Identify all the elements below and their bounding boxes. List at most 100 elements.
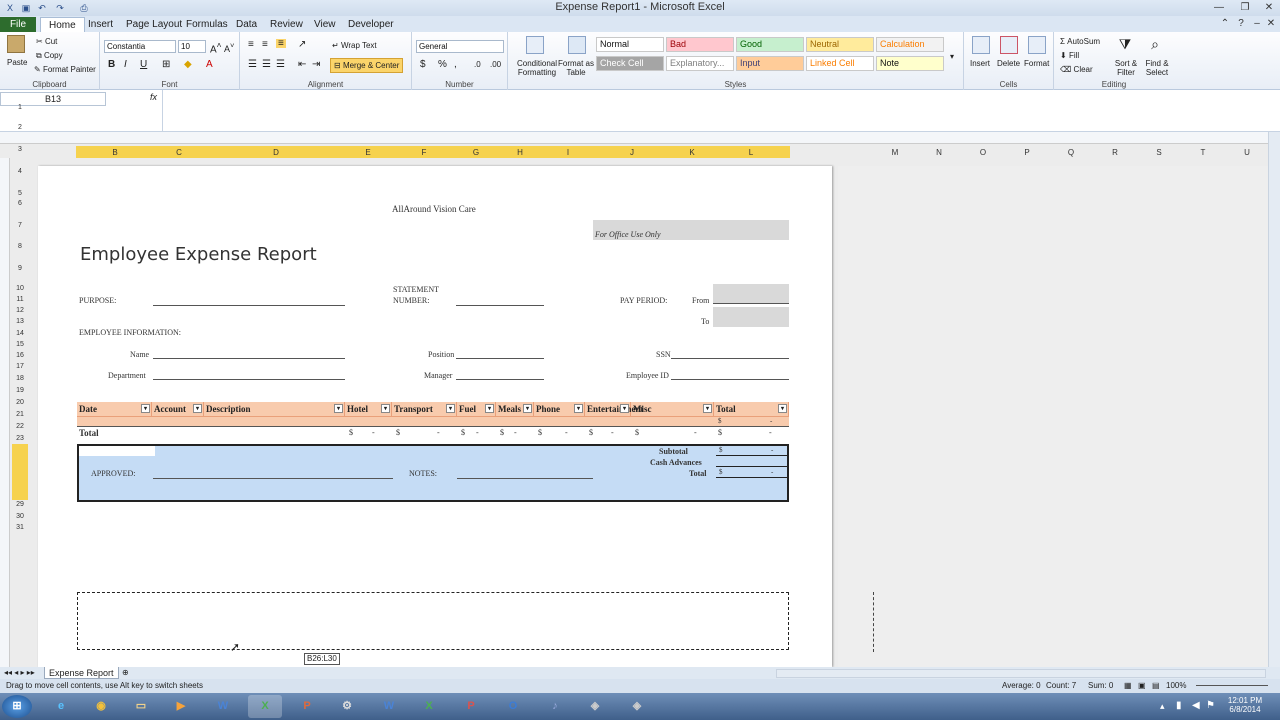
- filter-dropdown-icon[interactable]: ▾: [523, 404, 532, 413]
- align-left-icon[interactable]: ☰: [248, 60, 257, 70]
- workbook-close-icon[interactable]: ✕: [1258, 16, 1280, 32]
- column-header[interactable]: H: [510, 147, 530, 158]
- filter-dropdown-icon[interactable]: ▾: [334, 404, 343, 413]
- row-header[interactable]: 13: [12, 318, 28, 325]
- page-layout-view-icon[interactable]: ▣: [1138, 679, 1146, 693]
- row-header[interactable]: 21: [12, 411, 28, 418]
- expense-table-row[interactable]: $ -: [77, 416, 789, 426]
- zoom-slider[interactable]: [1196, 685, 1268, 686]
- delete-cells-button[interactable]: Delete: [997, 59, 1020, 68]
- filter-dropdown-icon[interactable]: ▾: [141, 404, 150, 413]
- row-header[interactable]: 22: [12, 423, 28, 430]
- total-amount-cell[interactable]: $ -: [457, 427, 496, 439]
- align-middle-icon[interactable]: ≡: [262, 40, 268, 50]
- format-as-table-button[interactable]: Format as Table: [558, 59, 594, 77]
- row-header[interactable]: 17: [12, 363, 28, 370]
- powerpoint-icon[interactable]: P: [290, 695, 324, 718]
- format-cells-button[interactable]: Format: [1024, 59, 1049, 68]
- row-header[interactable]: 29: [12, 501, 28, 508]
- cell-style-item[interactable]: Linked Cell: [806, 56, 874, 71]
- row-header[interactable]: 18: [12, 375, 28, 382]
- row-header[interactable]: 12: [12, 307, 28, 314]
- cell-style-item[interactable]: Input: [736, 56, 804, 71]
- row-header[interactable]: 14: [12, 330, 28, 337]
- row-header[interactable]: 30: [12, 513, 28, 520]
- tab-file[interactable]: File: [0, 17, 36, 32]
- shrink-font-icon[interactable]: A˅: [224, 41, 234, 54]
- wrap-text-button[interactable]: ↵ Wrap Text: [332, 41, 377, 50]
- clear-button[interactable]: ⌫ Clear: [1060, 65, 1093, 74]
- format-cells-icon[interactable]: [1028, 36, 1046, 54]
- cell-style-item[interactable]: Explanatory...: [666, 56, 734, 71]
- grow-font-icon[interactable]: A˄: [210, 41, 222, 55]
- total-amount-cell[interactable]: $ -: [585, 427, 631, 439]
- total-amount-cell[interactable]: $ -: [496, 427, 534, 439]
- restore-icon[interactable]: ❐: [1232, 0, 1258, 16]
- row-header[interactable]: 15: [12, 341, 28, 348]
- approved-line[interactable]: [153, 478, 393, 479]
- internet-explorer-icon[interactable]: e: [44, 695, 78, 718]
- orientation-icon[interactable]: ↗: [298, 40, 306, 50]
- row-header[interactable]: 20: [12, 399, 28, 406]
- column-header[interactable]: D: [266, 147, 286, 158]
- row-header[interactable]: 9: [12, 265, 28, 272]
- binoculars-icon[interactable]: ⌕: [1146, 36, 1164, 54]
- excel-icon[interactable]: X: [248, 695, 282, 718]
- cell-style-item[interactable]: Normal: [596, 37, 664, 52]
- autosum-button[interactable]: Σ AutoSum: [1060, 37, 1100, 46]
- decrease-decimal-icon[interactable]: .00: [490, 60, 501, 69]
- office-use-box[interactable]: For Office Use Only: [593, 220, 789, 240]
- selected-range-outline[interactable]: [77, 592, 789, 650]
- find-select-button[interactable]: Find & Select: [1142, 59, 1172, 77]
- column-header[interactable]: F: [414, 147, 434, 158]
- align-center-icon[interactable]: ☰: [262, 60, 271, 70]
- minimize-icon[interactable]: —: [1206, 0, 1232, 16]
- column-header[interactable]: J: [622, 147, 642, 158]
- delete-cells-icon[interactable]: [1000, 36, 1018, 54]
- conditional-formatting-button[interactable]: Conditional Formatting: [512, 59, 562, 77]
- underline-icon[interactable]: U: [140, 60, 147, 70]
- increase-decimal-icon[interactable]: .0: [474, 60, 481, 69]
- insert-sheet-icon[interactable]: ⊕: [122, 668, 129, 677]
- row-header[interactable]: 2: [12, 124, 28, 131]
- font-name-combo[interactable]: Constantia: [104, 40, 176, 53]
- filter-dropdown-icon[interactable]: ▾: [620, 404, 629, 413]
- word-doc-icon[interactable]: W: [372, 695, 406, 718]
- column-header[interactable]: K: [682, 147, 702, 158]
- filter-dropdown-icon[interactable]: ▾: [446, 404, 455, 413]
- fill-button[interactable]: ⬇ Fill: [1060, 51, 1079, 60]
- total-amount-cell[interactable]: $ -: [392, 427, 457, 439]
- statement-number-line[interactable]: [456, 305, 544, 306]
- filter-dropdown-icon[interactable]: ▾: [778, 404, 787, 413]
- column-header[interactable]: Q: [1061, 147, 1081, 158]
- row-header[interactable]: 10: [12, 285, 28, 292]
- styles-more-icon[interactable]: ▾: [950, 52, 954, 61]
- tab-data[interactable]: Data: [228, 17, 265, 32]
- notes-line[interactable]: [457, 478, 593, 479]
- subtotal-cell[interactable]: $ -: [716, 446, 787, 456]
- file-explorer-icon[interactable]: ▭: [124, 695, 158, 718]
- row-header[interactable]: 4: [12, 168, 28, 175]
- row-header[interactable]: 23: [12, 435, 28, 442]
- merge-center-button[interactable]: ⊟ Merge & Center: [330, 58, 404, 73]
- sheet-nav-icon[interactable]: ◂◂ ◂ ▸ ▸▸: [4, 668, 35, 677]
- page-break-view-icon[interactable]: ▤: [1152, 679, 1160, 693]
- align-top-icon[interactable]: ≡: [248, 40, 254, 50]
- column-header[interactable]: N: [929, 147, 949, 158]
- column-header[interactable]: O: [973, 147, 993, 158]
- column-header[interactable]: C: [169, 147, 189, 158]
- cell-style-item[interactable]: Check Cell: [596, 56, 664, 71]
- clock[interactable]: 12:01 PM 6/8/2014: [1222, 696, 1268, 714]
- filter-dropdown-icon[interactable]: ▾: [193, 404, 202, 413]
- ssn-line[interactable]: [671, 358, 789, 359]
- cash-advances-cell[interactable]: [716, 457, 787, 467]
- column-header[interactable]: S: [1149, 147, 1169, 158]
- row-header[interactable]: 8: [12, 243, 28, 250]
- cell-style-item[interactable]: Note: [876, 56, 944, 71]
- tab-home[interactable]: Home: [40, 17, 85, 32]
- format-painter-button[interactable]: ✎ Format Painter: [34, 65, 96, 74]
- insert-cells-icon[interactable]: [972, 36, 990, 54]
- row-header[interactable]: 1: [12, 104, 28, 111]
- insert-cells-button[interactable]: Insert: [970, 59, 990, 68]
- font-color-icon[interactable]: A: [206, 60, 213, 70]
